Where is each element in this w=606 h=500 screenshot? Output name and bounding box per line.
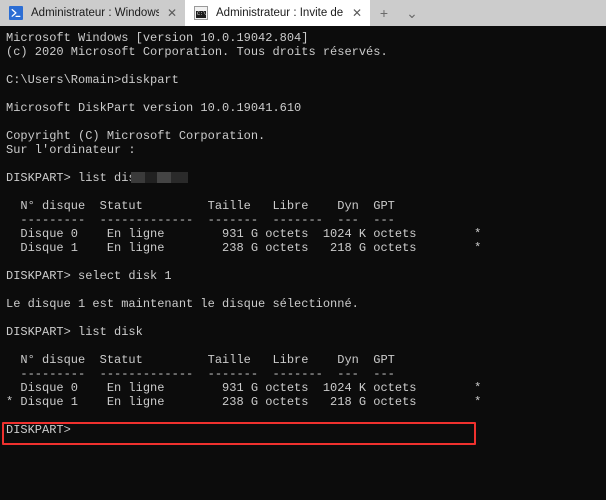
- close-icon[interactable]: ✕: [344, 0, 370, 26]
- close-icon[interactable]: ✕: [159, 0, 185, 26]
- terminal-output-area[interactable]: Microsoft Windows [version 10.0.19042.80…: [0, 26, 606, 500]
- tab-bar-empty-space: [426, 0, 606, 26]
- chevron-down-icon[interactable]: ⌄: [398, 0, 426, 26]
- powershell-icon: [9, 6, 23, 20]
- tab-powershell[interactable]: Administrateur : Windows Powe ✕: [0, 0, 185, 26]
- tab-command-prompt[interactable]: C:\ Administrateur : Invite de comm ✕: [185, 0, 370, 26]
- cmd-icon: C:\: [194, 6, 208, 20]
- tab-title-command-prompt: Administrateur : Invite de comm: [216, 7, 344, 19]
- tab-title-powershell: Administrateur : Windows Powe: [31, 7, 159, 19]
- new-tab-button[interactable]: +: [370, 0, 398, 26]
- redacted-computer-name: [131, 172, 188, 183]
- console-text: Microsoft Windows [version 10.0.19042.80…: [6, 31, 482, 437]
- tab-bar: Administrateur : Windows Powe ✕ C:\ Admi…: [0, 0, 606, 26]
- cmd-icon-text: C:\: [196, 11, 207, 18]
